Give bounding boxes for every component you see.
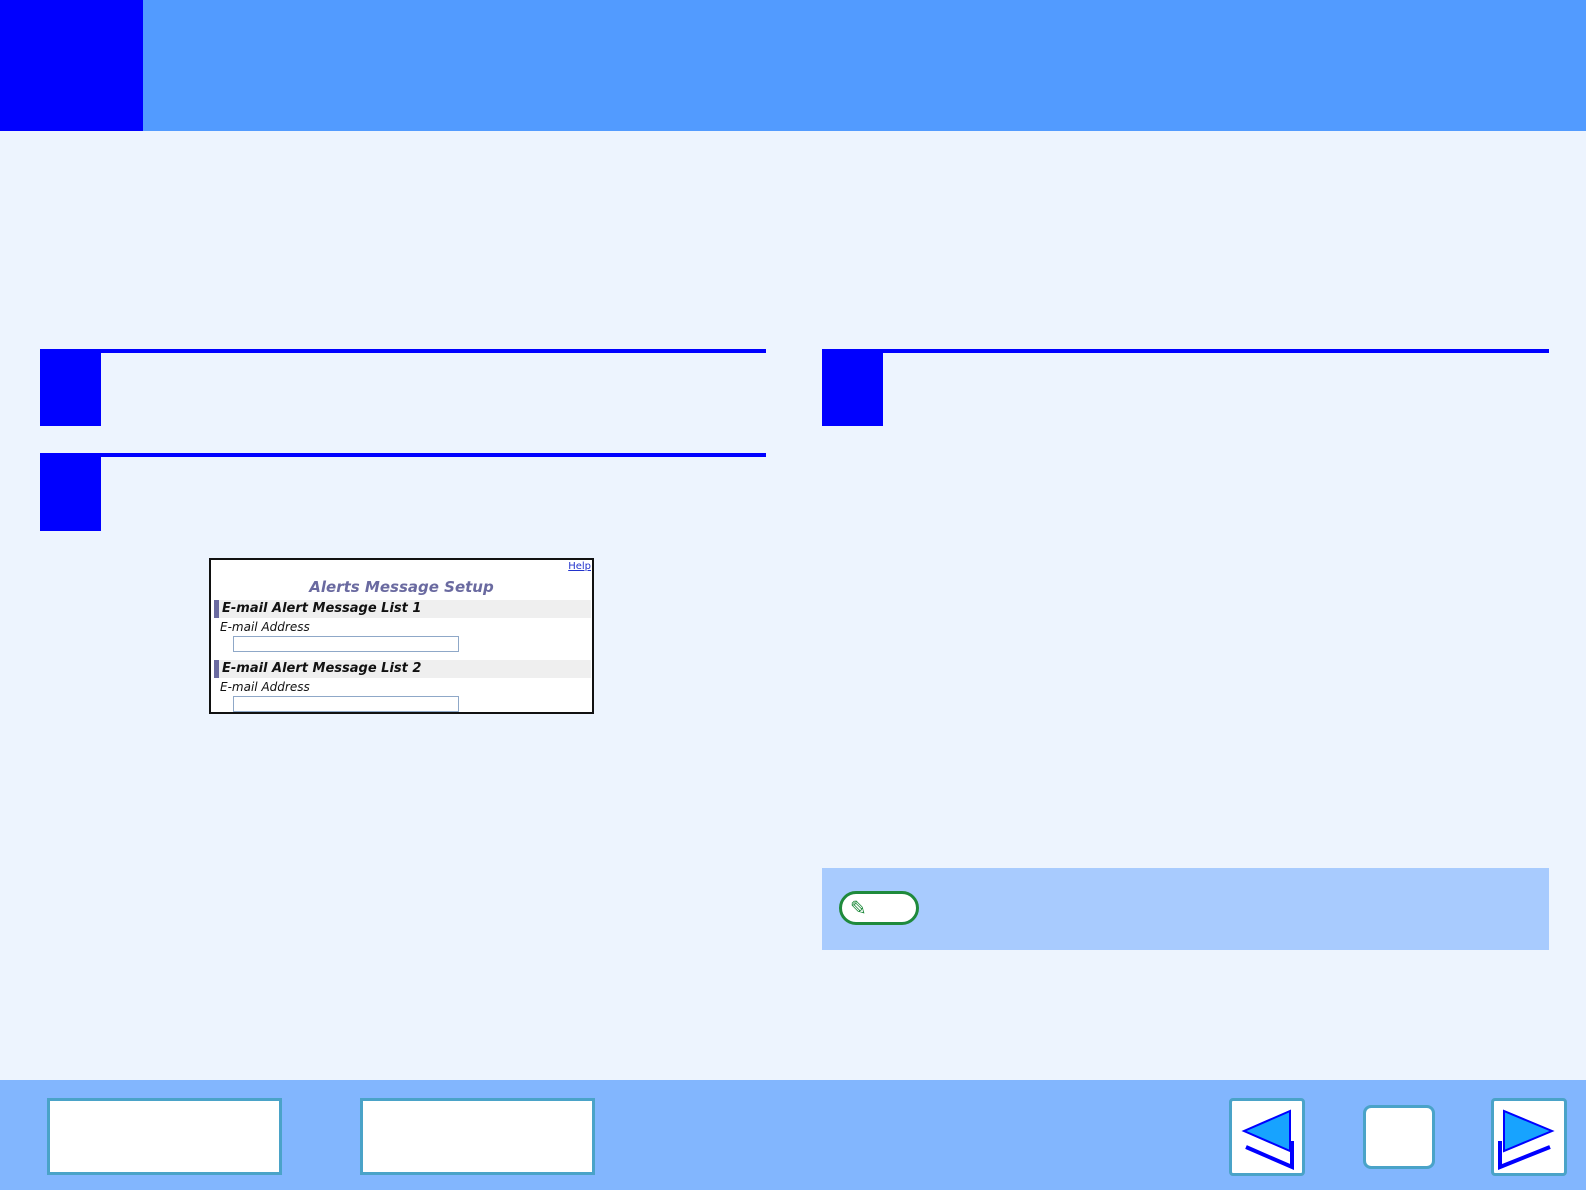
pencil-icon: ✎ [839,891,919,925]
step-3-marker [822,350,883,426]
step-1-marker [40,350,101,426]
arrow-left-icon [1241,1109,1294,1171]
contents-button[interactable] [47,1098,282,1175]
arrow-right-icon [1498,1109,1555,1170]
help-link[interactable]: Help [568,561,591,572]
page-header [0,0,1586,131]
index-button[interactable] [360,1098,595,1175]
email-address-input-1[interactable] [233,636,459,652]
next-page-button[interactable] [1491,1098,1567,1176]
alerts-message-setup-screenshot: Help Alerts Message Setup E-mail Alert M… [209,558,594,714]
chapter-marker [0,0,143,131]
footer-bar [0,1080,1586,1190]
return-button[interactable] [1363,1105,1435,1169]
email-address-label-2: E-mail Address [220,680,310,694]
previous-page-button[interactable] [1229,1098,1305,1176]
step-1-rule [40,349,766,353]
step-2-marker [40,455,101,531]
step-2-rule [40,453,766,457]
email-address-input-2[interactable] [233,696,459,712]
section-heading-list-2: E-mail Alert Message List 2 [214,660,591,678]
email-address-label-1: E-mail Address [220,620,310,634]
section-heading-list-1: E-mail Alert Message List 1 [214,600,591,618]
screenshot-title: Alerts Message Setup [309,578,494,596]
note-panel: ✎ [822,868,1549,950]
step-3-rule [822,349,1549,353]
